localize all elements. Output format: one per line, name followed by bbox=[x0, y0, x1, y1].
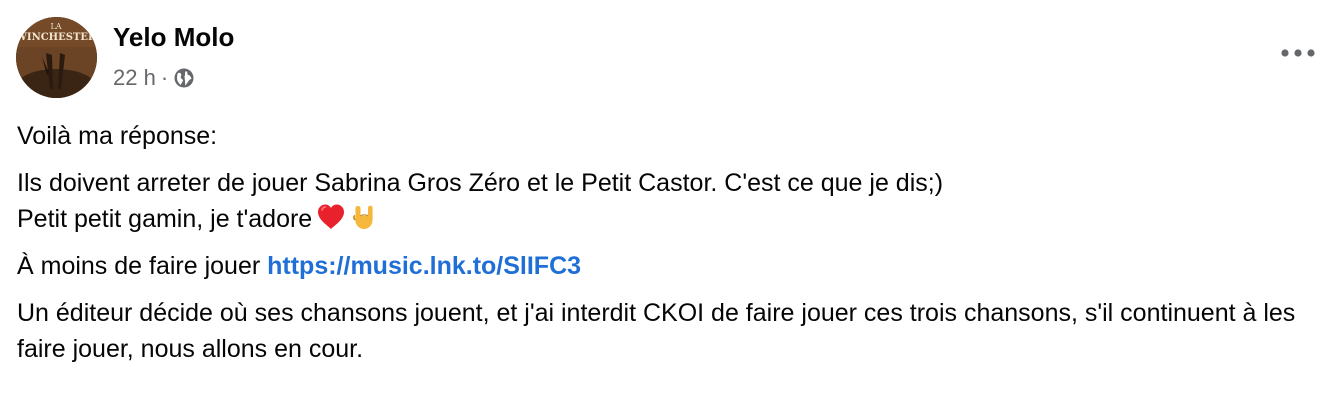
globe-icon bbox=[173, 67, 195, 89]
post-meta: 22 h · bbox=[113, 65, 195, 91]
rock-hand-emoji bbox=[350, 202, 380, 232]
post-line-4-prefix: À moins de faire jouer bbox=[17, 252, 268, 280]
post-line-3: Petit petit gamin, je t'adore bbox=[17, 205, 313, 233]
svg-text:WINCHESTER: WINCHESTER bbox=[16, 32, 97, 43]
avatar-logo-text: LA bbox=[50, 22, 61, 31]
post-line-2: Ils doivent arreter de jouer Sabrina Gro… bbox=[17, 169, 944, 197]
more-options-button[interactable] bbox=[1276, 38, 1320, 68]
post-paragraph-3: À moins de faire jouer https://music.lnk… bbox=[17, 248, 1335, 284]
post-body: Voilà ma réponse: Ils doivent arreter de… bbox=[17, 118, 1335, 378]
avatar[interactable]: LA WINCHESTER bbox=[16, 17, 97, 98]
facebook-post: LA WINCHESTER Yelo Molo 22 h · Voilà ma … bbox=[0, 0, 1342, 402]
author-name[interactable]: Yelo Molo bbox=[113, 22, 234, 53]
more-horizontal-icon bbox=[1281, 49, 1315, 57]
post-paragraph-2: Ils doivent arreter de jouer Sabrina Gro… bbox=[17, 165, 1335, 237]
post-paragraph-4: Un éditeur décide où ses chansons jouent… bbox=[17, 299, 1296, 363]
music-link[interactable]: https://music.lnk.to/SlIFC3 bbox=[267, 252, 581, 280]
meta-separator: · bbox=[160, 65, 169, 90]
heart-emoji bbox=[316, 202, 346, 232]
post-line-intro: Voilà ma réponse: bbox=[17, 122, 218, 150]
timestamp[interactable]: 22 h bbox=[113, 65, 156, 91]
